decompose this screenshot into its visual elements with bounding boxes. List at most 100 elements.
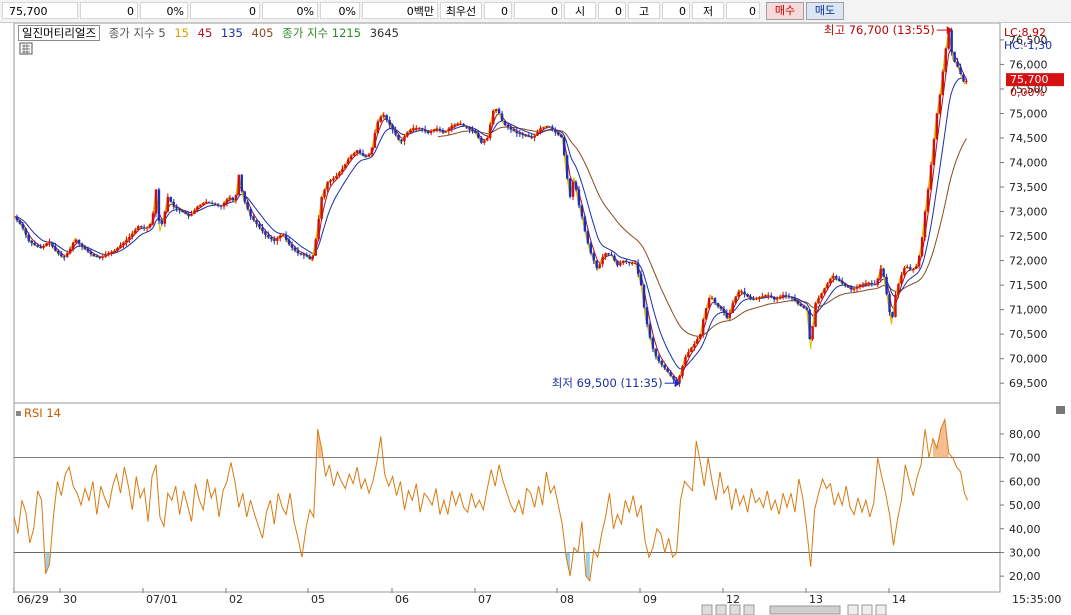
candle-body: [719, 306, 723, 309]
candle-body: [438, 128, 442, 131]
candle-body: [841, 281, 844, 284]
candle-body: [648, 324, 652, 338]
candle-body: [311, 255, 314, 259]
candle-body: [317, 218, 320, 240]
candle-body: [542, 127, 545, 129]
candle-body: [453, 124, 456, 126]
zoom-in-icon[interactable]: [861, 604, 873, 615]
candle-body: [950, 30, 953, 53]
candle-body: [18, 220, 22, 224]
chart-area[interactable]: 69,500 70,000 70,500 71,000 71,500 72,000 72,5…: [0, 23, 1071, 615]
candle-body: [406, 132, 409, 137]
high-label: 고: [628, 2, 660, 19]
candle-body: [376, 121, 380, 134]
low-annotation: 최저 69,500 (11:35): [552, 376, 663, 390]
rsi-label: RSI 14: [24, 406, 61, 420]
candle-body: [468, 127, 471, 130]
x-tick-label: 06: [395, 593, 409, 606]
candle-body: [305, 255, 309, 257]
rsi-tick-label: 60,00: [1009, 475, 1041, 488]
candle-body: [54, 246, 57, 251]
candle-body: [533, 135, 536, 138]
candle-body: [231, 197, 235, 201]
candle-body: [252, 216, 255, 221]
candle-body: [716, 303, 720, 307]
candle-body: [710, 298, 714, 300]
candle-body: [178, 208, 181, 211]
candle-body: [74, 239, 78, 243]
candle-body: [595, 260, 598, 268]
candle-body: [332, 178, 335, 181]
candle-body: [83, 246, 87, 250]
panel-collapse-icon[interactable]: [1056, 406, 1065, 414]
candle-body: [373, 133, 377, 148]
candle-body: [639, 274, 643, 286]
zoom-out-icon[interactable]: [847, 604, 859, 615]
candle-body: [267, 234, 270, 238]
candle-body: [344, 164, 347, 169]
scroll-left-icon[interactable]: [701, 604, 713, 615]
candle-body: [773, 297, 776, 300]
candle-body: [33, 243, 36, 246]
priority-label: 최우선: [440, 2, 482, 19]
candle-body: [897, 283, 900, 295]
candle-body: [27, 234, 30, 241]
candle-body: [568, 178, 572, 197]
candle-body: [628, 261, 631, 264]
candle-body: [409, 129, 412, 133]
candle-body: [483, 140, 486, 143]
price-tick-label: 71,500: [1009, 279, 1048, 292]
candle-body: [474, 131, 477, 134]
candle-body: [80, 243, 84, 247]
candle-body: [891, 312, 894, 317]
candle-body: [101, 256, 104, 258]
volume-pct-field: 0%: [262, 2, 318, 19]
current-pct-label: 0,00%: [1010, 86, 1045, 99]
current-price-label: 75,700: [1010, 73, 1049, 86]
scroll-next-icon[interactable]: [729, 604, 741, 615]
candle-body: [486, 137, 489, 141]
candle-body: [693, 343, 696, 348]
candle-body: [876, 278, 879, 285]
time-label: 15:35:00: [1012, 593, 1061, 606]
candle-body: [385, 115, 388, 121]
candle-body: [350, 155, 353, 160]
candle-body: [60, 253, 63, 257]
candle-body: [651, 337, 655, 349]
extra-pct-field: 0%: [320, 2, 360, 19]
candle-body: [545, 126, 548, 128]
candle-body: [471, 129, 474, 132]
candle-body: [657, 356, 661, 362]
candle-body: [240, 174, 243, 192]
rsi-tick-label: 20,00: [1009, 570, 1041, 583]
candle-body: [867, 282, 871, 284]
candle-body: [264, 231, 267, 235]
price-chart-svg[interactable]: 69,500 70,000 70,500 71,000 71,500 72,000 72,5…: [0, 23, 1071, 615]
candle-body: [258, 223, 261, 228]
candle-body: [767, 295, 770, 297]
scroll-prev-icon[interactable]: [715, 604, 727, 615]
scroll-right-icon[interactable]: [743, 604, 755, 615]
candle-body: [202, 202, 205, 205]
candle-body: [480, 137, 483, 143]
candle-body: [557, 132, 560, 135]
scroll-thumb[interactable]: [769, 605, 841, 615]
candle-body: [687, 352, 690, 358]
zoom-reset-icon[interactable]: [875, 604, 887, 615]
candle-body: [500, 113, 504, 121]
candle-body: [249, 209, 252, 217]
candle-body: [843, 283, 847, 286]
candle-body: [681, 366, 684, 376]
candle-body: [551, 126, 554, 130]
ma-405-label: 405: [251, 26, 274, 40]
stock-name[interactable]: 일진머티리얼즈: [18, 25, 101, 41]
candle-body: [323, 189, 326, 197]
candle-body: [243, 191, 246, 202]
x-tick-label: 14: [892, 593, 906, 606]
sell-button[interactable]: 매도: [806, 2, 844, 20]
candle-body: [104, 254, 107, 257]
change-field: 0: [80, 2, 138, 19]
buy-button[interactable]: 매수: [766, 2, 804, 20]
x-tick-label: 09: [643, 593, 657, 606]
price-tick-label: 76,000: [1009, 58, 1048, 71]
